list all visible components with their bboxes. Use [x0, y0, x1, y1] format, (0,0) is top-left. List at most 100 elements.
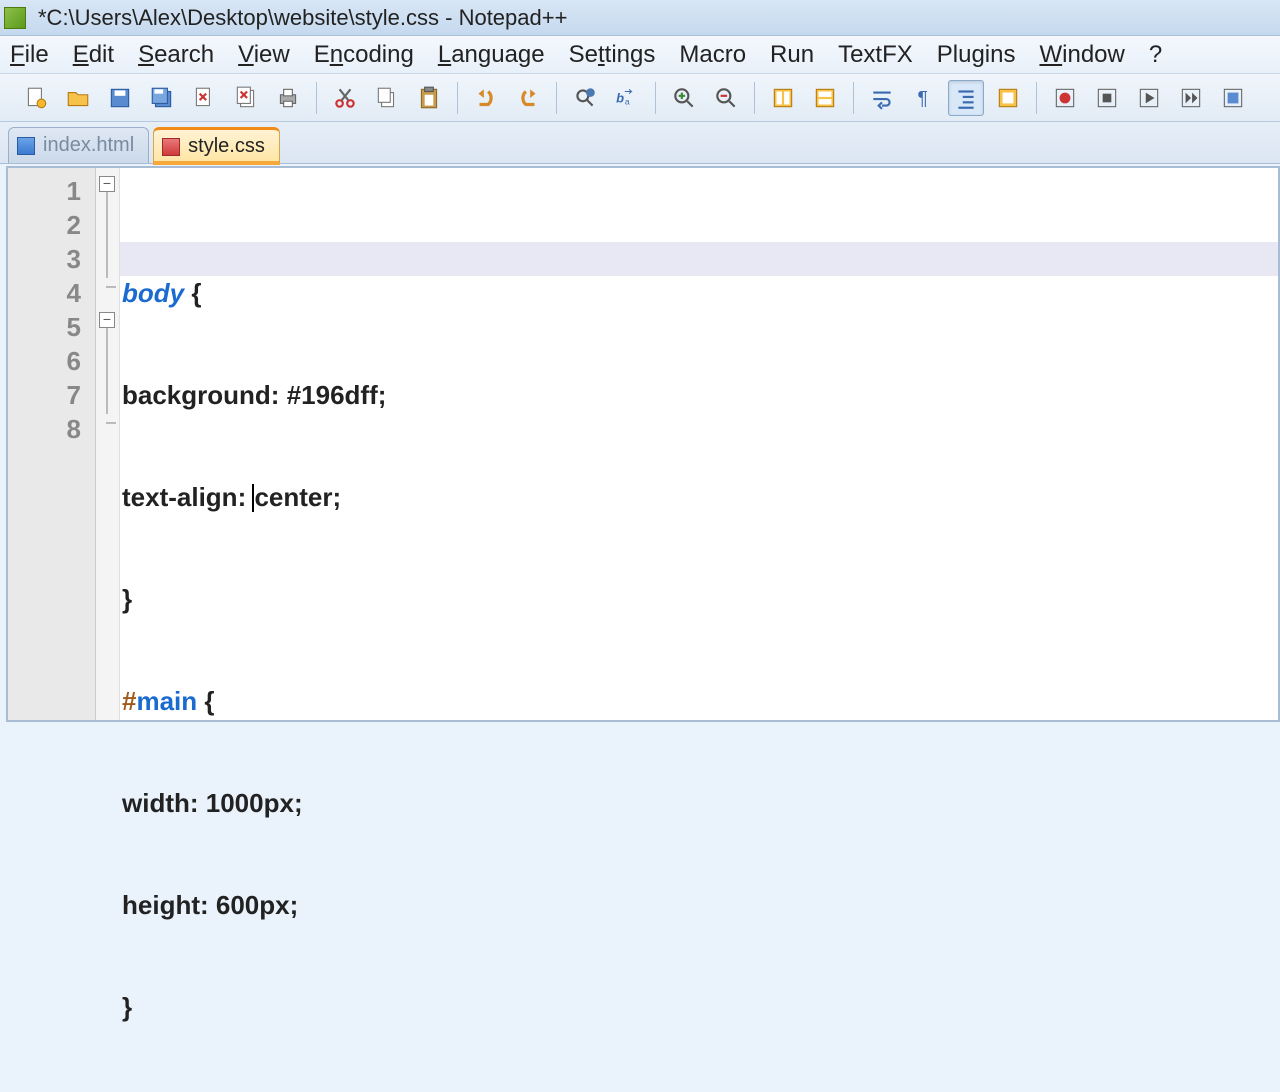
save-macro-button[interactable] [1215, 80, 1251, 116]
save-all-button[interactable] [144, 80, 180, 116]
brace: } [122, 584, 132, 614]
fold-end [106, 422, 116, 424]
css-property: text-align [122, 482, 238, 512]
indent-guide-button[interactable] [948, 80, 984, 116]
print-button[interactable] [270, 80, 306, 116]
line-number: 8 [8, 412, 81, 446]
toolbar-separator [655, 82, 656, 114]
wordwrap-button[interactable] [864, 80, 900, 116]
user-lang-button[interactable] [990, 80, 1026, 116]
record-macro-button[interactable] [1047, 80, 1083, 116]
toolbar-separator [457, 82, 458, 114]
current-line-highlight [120, 242, 1278, 276]
find-button[interactable] [567, 80, 603, 116]
menu-file[interactable]: File [10, 41, 49, 69]
tab-index-html[interactable]: index.html [8, 127, 149, 163]
hash: # [122, 686, 136, 716]
save-button[interactable] [102, 80, 138, 116]
menubar: File Edit Search View Encoding Language … [0, 36, 1280, 74]
semicolon: ; [290, 890, 299, 920]
tab-label: style.css [188, 135, 265, 158]
redo-button[interactable] [510, 80, 546, 116]
brace: { [184, 278, 201, 308]
toolbar-separator [556, 82, 557, 114]
svg-text:a: a [625, 96, 630, 106]
semicolon: ; [333, 482, 342, 512]
css-value: 600px [216, 890, 290, 920]
line-gutter: 1 2 3 4 5 6 7 8 [8, 168, 96, 720]
app-icon [4, 7, 26, 29]
close-button[interactable] [186, 80, 222, 116]
editor[interactable]: 1 2 3 4 5 6 7 8 − − body { background: #… [6, 166, 1280, 722]
fold-end [106, 286, 116, 288]
menu-window[interactable]: Window [1039, 41, 1124, 69]
file-unsaved-icon [162, 138, 180, 156]
fold-column[interactable]: − − [96, 168, 120, 720]
colon: : [271, 380, 287, 410]
semicolon: ; [378, 380, 387, 410]
code-area[interactable]: body { background: #196dff; text-align: … [120, 168, 1278, 720]
toolbar: ba ¶ [0, 74, 1280, 122]
sync-v-button[interactable] [765, 80, 801, 116]
menu-run[interactable]: Run [770, 41, 814, 69]
css-property: width [122, 788, 190, 818]
colon: : [190, 788, 206, 818]
css-value: #196dff [287, 380, 378, 410]
css-value: 1000px [206, 788, 294, 818]
colon: : [238, 482, 254, 512]
menu-search[interactable]: Search [138, 41, 214, 69]
line-number: 3 [8, 242, 81, 276]
new-file-button[interactable] [18, 80, 54, 116]
brace: } [122, 992, 132, 1022]
close-all-button[interactable] [228, 80, 264, 116]
sync-h-button[interactable] [807, 80, 843, 116]
replace-button[interactable]: ba [609, 80, 645, 116]
css-value: center [254, 482, 332, 512]
window-title: *C:\Users\Alex\Desktop\website\style.css… [38, 5, 567, 31]
menu-help[interactable]: ? [1149, 41, 1162, 69]
toolbar-separator [1036, 82, 1037, 114]
zoom-in-button[interactable] [666, 80, 702, 116]
menu-view[interactable]: View [238, 41, 290, 69]
fold-toggle-icon[interactable]: − [99, 176, 115, 192]
tab-style-css[interactable]: style.css [153, 127, 280, 163]
menu-edit[interactable]: Edit [73, 41, 114, 69]
colon: : [200, 890, 216, 920]
line-number: 7 [8, 378, 81, 412]
css-selector: body [122, 278, 184, 308]
fold-toggle-icon[interactable]: − [99, 312, 115, 328]
show-all-chars-button[interactable]: ¶ [906, 80, 942, 116]
css-property: background [122, 380, 271, 410]
brace: { [197, 686, 214, 716]
menu-settings[interactable]: Settings [569, 41, 656, 69]
fold-line [106, 192, 108, 278]
line-number: 2 [8, 208, 81, 242]
svg-text:b: b [616, 90, 624, 105]
menu-encoding[interactable]: Encoding [314, 41, 414, 69]
svg-text:¶: ¶ [918, 87, 928, 109]
css-property: height [122, 890, 200, 920]
semicolon: ; [294, 788, 303, 818]
file-icon [17, 137, 35, 155]
menu-language[interactable]: Language [438, 41, 545, 69]
css-selector: main [136, 686, 197, 716]
menu-macro[interactable]: Macro [679, 41, 746, 69]
tab-label: index.html [43, 134, 134, 157]
toolbar-separator [316, 82, 317, 114]
play-macro-button[interactable] [1131, 80, 1167, 116]
play-multi-button[interactable] [1173, 80, 1209, 116]
cut-button[interactable] [327, 80, 363, 116]
paste-button[interactable] [411, 80, 447, 116]
line-number: 5 [8, 310, 81, 344]
titlebar: *C:\Users\Alex\Desktop\website\style.css… [0, 0, 1280, 36]
copy-button[interactable] [369, 80, 405, 116]
stop-macro-button[interactable] [1089, 80, 1125, 116]
zoom-out-button[interactable] [708, 80, 744, 116]
open-file-button[interactable] [60, 80, 96, 116]
menu-plugins[interactable]: Plugins [937, 41, 1016, 69]
line-number: 4 [8, 276, 81, 310]
undo-button[interactable] [468, 80, 504, 116]
fold-line [106, 328, 108, 414]
toolbar-separator [853, 82, 854, 114]
menu-textfx[interactable]: TextFX [838, 41, 913, 69]
